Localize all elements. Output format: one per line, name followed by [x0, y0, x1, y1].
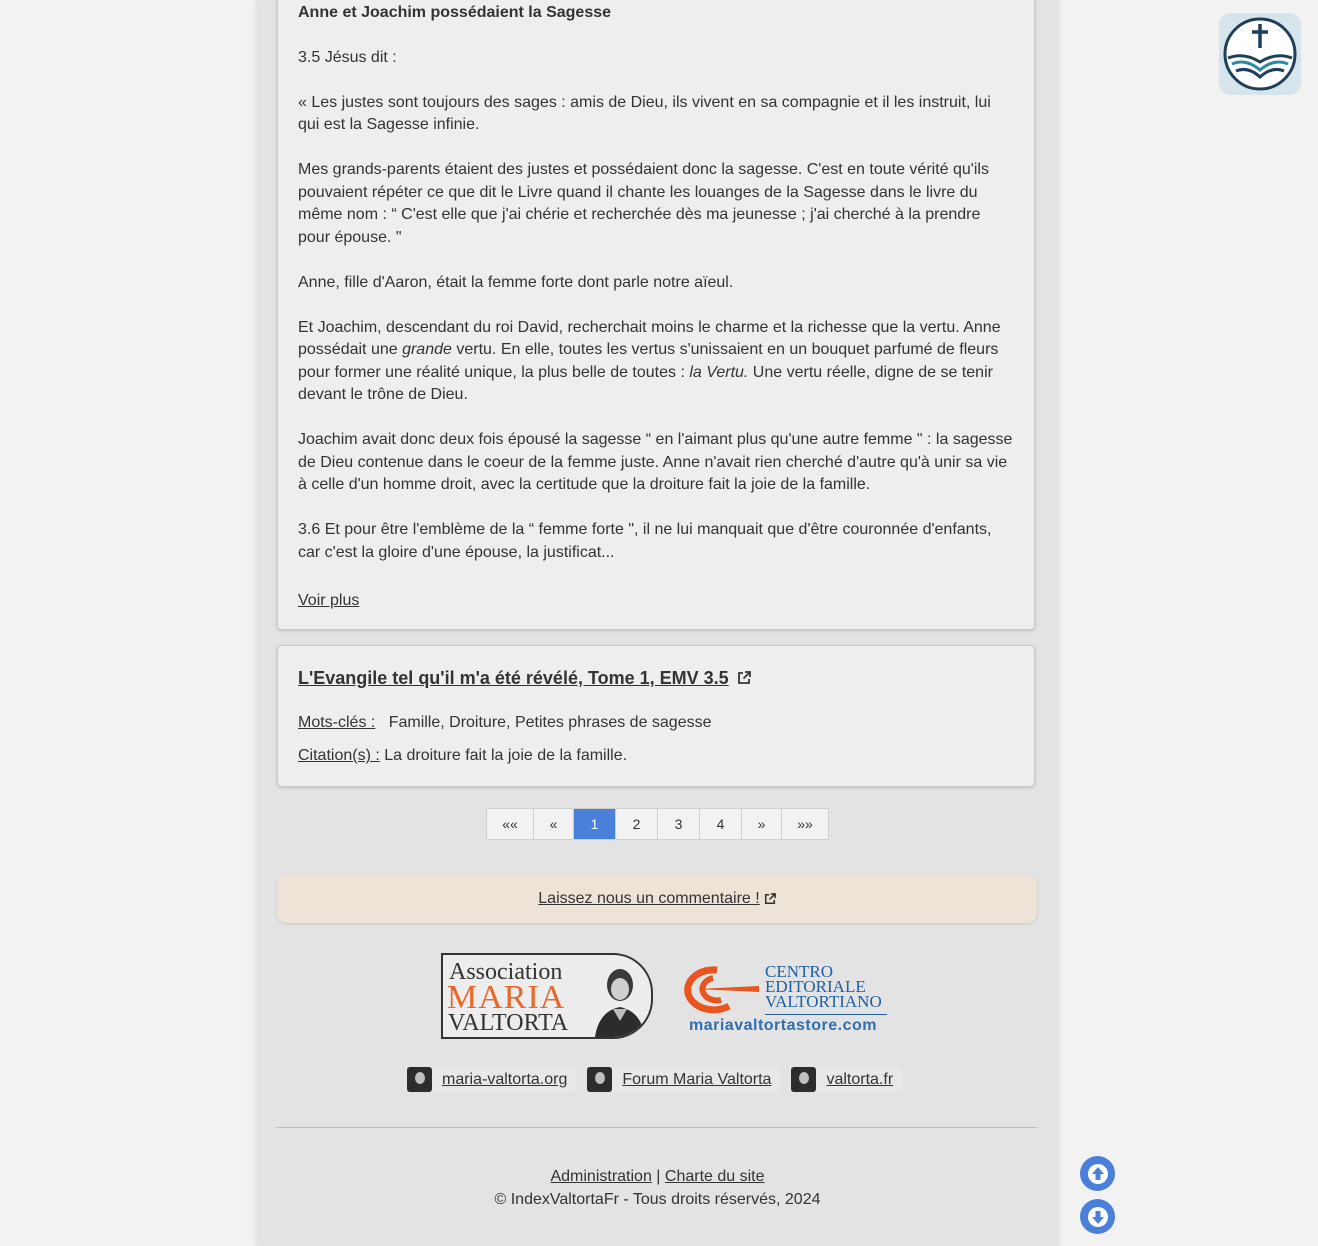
arrow-down-icon [1087, 1206, 1108, 1227]
scroll-up-button[interactable] [1080, 1156, 1115, 1191]
avatar [587, 1067, 613, 1092]
keywords-label: Mots-clés : [298, 714, 376, 731]
logo-text: VALTORTA [448, 1010, 569, 1036]
emphasis-text: la Vertu. [689, 363, 749, 381]
centro-editoriale-valtortiano-logo[interactable]: CENTRO EDITORIALE VALTORTIANO mariavalto… [667, 960, 895, 1040]
pagination: «« « 1 2 3 4 » »» [486, 808, 829, 840]
article-paragraph: Anne, fille d'Aaron, était la femme fort… [298, 273, 734, 291]
bible-cross-logo-icon [1223, 17, 1297, 91]
page-4-button[interactable]: 4 [700, 809, 742, 839]
emphasis-text: grande [402, 341, 452, 358]
main-column: Anne et Joachim possédaient la Sagesse 3… [257, 0, 1058, 1246]
previous-page-button[interactable]: « [534, 809, 574, 839]
external-link-icon [764, 893, 776, 905]
next-page-button[interactable]: » [742, 809, 782, 839]
first-page-button[interactable]: «« [487, 809, 534, 839]
link-label: Forum Maria Valtorta [622, 1070, 772, 1088]
article-paragraph: 3.5 Jésus dit : [298, 48, 397, 66]
page-2-button[interactable]: 2 [616, 809, 658, 839]
article-paragraph: 3.6 Et pour être l'emblème de la “ femme… [298, 521, 992, 561]
site-charter-link[interactable]: Charte du site [665, 1168, 765, 1185]
administration-link[interactable]: Administration [550, 1168, 651, 1185]
comment-banner: Laissez nous un commentaire ! [277, 875, 1037, 923]
source-title-link[interactable]: L'Evangile tel qu'il m'a été révélé, Tom… [298, 667, 751, 689]
copyright: © IndexValtortaFr - Tous droits réservés… [494, 1191, 821, 1208]
avatar [791, 1067, 817, 1092]
page-3-button[interactable]: 3 [658, 809, 700, 839]
link-label: maria-valtorta.org [442, 1070, 568, 1088]
article-paragraph: Joachim avait donc deux fois épousé la s… [298, 431, 1013, 493]
keywords-value: Famille, Droiture, Petites phrases de sa… [388, 714, 712, 731]
citation-label: Citation(s) : [298, 747, 380, 764]
article-card: Anne et Joachim possédaient la Sagesse 3… [277, 0, 1035, 630]
store-url: mariavaltortastore.com [689, 1017, 877, 1034]
logo-text: CENTRO EDITORIALE VALTORTIANO [765, 963, 882, 1011]
page-1-button[interactable]: 1 [574, 809, 616, 839]
portrait-icon [595, 969, 645, 1037]
association-maria-valtorta-logo[interactable]: Association MARIA VALTORTA [441, 953, 653, 1039]
link-label: valtorta.fr [826, 1070, 894, 1088]
link-forum-maria-valtorta[interactable]: Forum Maria Valtorta [587, 1067, 781, 1092]
logo-text: VALTORTIANO [765, 992, 882, 1011]
scroll-down-button[interactable] [1080, 1199, 1115, 1234]
site-logo[interactable] [1219, 13, 1301, 95]
cev-emblem-icon [684, 966, 759, 1014]
footer-links: Administration | Charte du site [257, 1168, 1058, 1186]
article-heading: Anne et Joachim possédaient la Sagesse [298, 4, 612, 21]
external-link-icon [737, 671, 751, 684]
source-card: L'Evangile tel qu'il m'a été révélé, Tom… [277, 645, 1035, 787]
see-more-link[interactable]: Voir plus [298, 592, 359, 610]
arrow-up-icon [1087, 1163, 1108, 1184]
article-paragraph: « Les justes sont toujours des sages : a… [298, 93, 991, 134]
source-title: L'Evangile tel qu'il m'a été révélé, Tom… [298, 668, 729, 688]
external-links: maria-valtorta.org Forum Maria Valtorta … [407, 1067, 903, 1092]
comment-link[interactable]: Laissez nous un commentaire ! [538, 890, 759, 908]
divider-line [765, 1014, 887, 1015]
citation-row: Citation(s) : La droiture fait la joie d… [298, 745, 627, 767]
footer-separator: | [656, 1168, 661, 1185]
citation-value: La droiture fait la joie de la famille. [384, 747, 628, 764]
link-maria-valtorta-org[interactable]: maria-valtorta.org [407, 1067, 577, 1092]
avatar [407, 1067, 432, 1092]
link-valtorta-fr[interactable]: valtorta.fr [791, 1067, 903, 1092]
last-page-button[interactable]: »» [782, 809, 828, 839]
article-paragraph: Et Joachim, descendant du roi David, rec… [298, 317, 1014, 407]
article-paragraph: Mes grands-parents étaient des justes et… [298, 161, 989, 246]
footer-divider [277, 1127, 1037, 1128]
keywords-row: Mots-clés : Famille, Droiture, Petites p… [298, 712, 712, 734]
